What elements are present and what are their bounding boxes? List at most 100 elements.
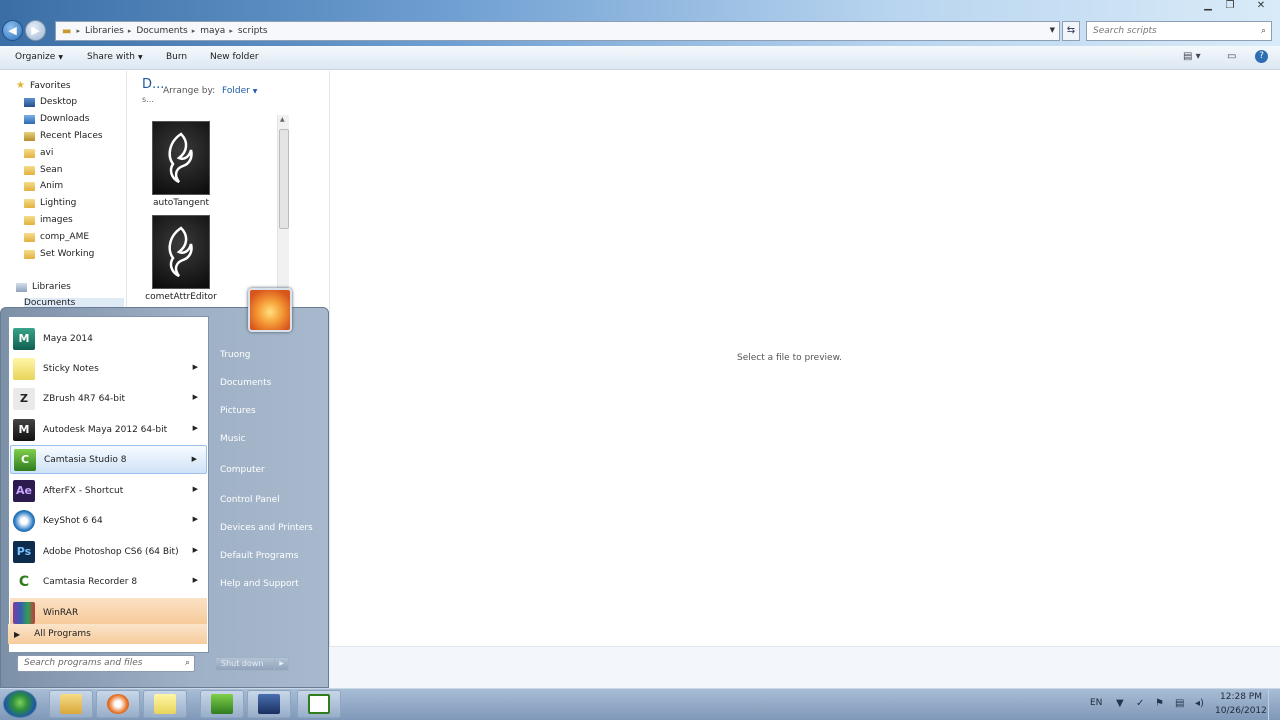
start-menu-programs: M Maya 2014 Sticky Notes ▶ Z ZBrush 4R7 … [8, 316, 209, 653]
start-link-devices-and-printers[interactable]: Devices and Printers [220, 523, 313, 533]
share-with-button[interactable]: Share with ▼ [87, 52, 143, 62]
network-icon[interactable]: ▤ [1175, 698, 1184, 709]
command-bar [0, 46, 1280, 70]
nav-libraries[interactable]: Libraries [16, 282, 71, 292]
nav-item-downloads[interactable]: Downloads [24, 114, 89, 124]
help-icon[interactable]: ? [1255, 50, 1268, 63]
forward-button[interactable]: ▶ [25, 20, 46, 41]
breadcrumb-separator: ▸ [191, 27, 196, 35]
maya-2014-icon: M [13, 327, 35, 350]
refresh-button[interactable]: ⇆ [1062, 21, 1080, 41]
program-afterfx[interactable]: Ae AfterFX - Shortcut ▶ [10, 476, 207, 505]
address-bar[interactable]: ▬ ▸ Libraries ▸ Documents ▸ maya ▸ scrip… [55, 21, 1060, 41]
start-link-pictures[interactable]: Pictures [220, 406, 256, 416]
start-search-input[interactable]: Search programs and files ⌕ [17, 655, 195, 672]
volume-icon[interactable]: ◂) [1195, 698, 1204, 709]
start-link-documents[interactable]: Documents [220, 378, 271, 388]
chevron-down-icon: ▼ [137, 54, 143, 61]
program-keyshot[interactable]: KeyShot 6 64 ▶ [10, 506, 207, 535]
folder-icon [24, 198, 35, 208]
program-winrar[interactable]: WinRAR [10, 598, 207, 627]
back-button[interactable]: ◀ [2, 20, 23, 41]
program-sticky-notes[interactable]: Sticky Notes ▶ [10, 354, 207, 383]
show-desktop-button[interactable] [1268, 688, 1280, 720]
new-folder-button[interactable]: New folder [210, 52, 259, 62]
taskbar-app-media-player[interactable] [96, 690, 140, 718]
arrange-by-dropdown[interactable]: Folder ▼ [222, 86, 257, 96]
maximize-button[interactable]: ❐ [1218, 0, 1242, 16]
nav-item-avi[interactable]: avi [24, 148, 53, 158]
taskbar [0, 688, 1280, 720]
preview-message: Select a file to preview. [737, 353, 842, 363]
libraries-icon [16, 282, 27, 292]
library-title: D... [142, 77, 165, 92]
folder-icon [24, 165, 35, 175]
file-item[interactable]: cometAttrEditor [145, 215, 217, 302]
shutdown-options-icon[interactable]: ▶ [274, 657, 288, 671]
library-subtitle: s... [142, 95, 154, 104]
breadcrumb-maya[interactable]: maya [200, 26, 225, 36]
start-link-music[interactable]: Music [220, 434, 246, 444]
camtasia-recorder-icon [308, 694, 330, 714]
clock-date[interactable]: 10/26/2012 [1215, 706, 1267, 716]
nav-favorites[interactable]: ★ Favorites [16, 80, 71, 91]
scrollbar-thumb[interactable] [279, 129, 289, 229]
taskbar-app-camtasia-recorder[interactable] [297, 690, 341, 718]
file-item[interactable]: autoTangent [145, 121, 217, 208]
breadcrumb-scripts[interactable]: scripts [238, 26, 268, 36]
view-options-icon[interactable]: ▤ ▾ [1183, 51, 1201, 62]
preview-pane-icon[interactable]: ▭ [1227, 51, 1236, 62]
breadcrumb-documents[interactable]: Documents [136, 26, 187, 36]
program-camtasia-studio[interactable]: C Camtasia Studio 8 ▶ [10, 445, 207, 474]
start-link-default-programs[interactable]: Default Programs [220, 551, 298, 561]
tray-sync-icon[interactable]: ✓ [1136, 698, 1144, 709]
nav-item-set-working[interactable]: Set Working [24, 249, 94, 259]
program-zbrush[interactable]: Z ZBrush 4R7 64-bit ▶ [10, 384, 207, 413]
program-maya-2014[interactable]: M Maya 2014 [10, 324, 207, 353]
search-icon: ⌕ [184, 658, 190, 668]
action-center-icon[interactable]: ⚑ [1155, 698, 1164, 709]
close-button[interactable]: ✕ [1246, 0, 1276, 16]
file-explorer-icon [60, 694, 82, 714]
start-link-computer[interactable]: Computer [220, 465, 265, 475]
nav-item-lighting[interactable]: Lighting [24, 198, 76, 208]
user-picture[interactable] [248, 288, 292, 332]
burn-button[interactable]: Burn [166, 52, 187, 62]
organize-button[interactable]: Organize ▼ [15, 52, 63, 62]
shutdown-button[interactable]: Shut down ▶ [215, 657, 289, 671]
taskbar-app-explorer[interactable] [49, 690, 93, 718]
scroll-up-icon[interactable]: ▲ [280, 116, 285, 123]
start-link-help-and-support[interactable]: Help and Support [220, 579, 299, 589]
taskbar-app-camtasia-studio[interactable] [200, 690, 244, 718]
all-programs-button[interactable]: ▶ All Programs [8, 624, 207, 644]
address-dropdown-icon[interactable]: ▼ [1050, 26, 1055, 34]
program-camtasia-recorder[interactable]: C Camtasia Recorder 8 ▶ [10, 567, 207, 596]
taskbar-app-video-editor[interactable] [247, 690, 291, 718]
tray-app-icon[interactable]: ▼ [1116, 698, 1124, 709]
nav-item-recent-places[interactable]: Recent Places [24, 131, 103, 141]
search-placeholder: Search scripts [1093, 26, 1157, 36]
submenu-arrow-icon: ▶ [192, 485, 198, 493]
nav-item-images[interactable]: images [24, 215, 73, 225]
nav-item-anim[interactable]: Anim [24, 181, 63, 191]
sticky-notes-icon [154, 694, 176, 714]
program-photoshop[interactable]: Ps Adobe Photoshop CS6 (64 Bit) ▶ [10, 537, 207, 566]
start-link-truong[interactable]: Truong [220, 350, 251, 360]
file-list-scrollbar[interactable]: ▲ [277, 115, 289, 305]
nav-item-comp-ame[interactable]: comp_AME [24, 232, 89, 242]
program-autodesk-maya-2012[interactable]: M Autodesk Maya 2012 64-bit ▶ [10, 415, 207, 444]
back-arrow-icon: ◀ [8, 24, 17, 37]
start-link-control-panel[interactable]: Control Panel [220, 495, 280, 505]
language-indicator[interactable]: EN [1090, 698, 1102, 708]
submenu-arrow-icon: ▶ [191, 455, 197, 463]
start-button[interactable] [3, 690, 37, 718]
taskbar-app-sticky-notes[interactable] [143, 690, 187, 718]
camtasia-recorder-icon: C [13, 570, 35, 593]
nav-item-sean[interactable]: Sean [24, 165, 62, 175]
search-input[interactable]: Search scripts ⌕ [1086, 21, 1272, 41]
nav-item-desktop[interactable]: Desktop [24, 97, 77, 107]
minimize-button[interactable]: ▁ [1196, 0, 1220, 16]
clock-time[interactable]: 12:28 PM [1220, 692, 1262, 702]
after-effects-icon: Ae [13, 479, 35, 502]
breadcrumb-libraries[interactable]: Libraries [85, 26, 124, 36]
